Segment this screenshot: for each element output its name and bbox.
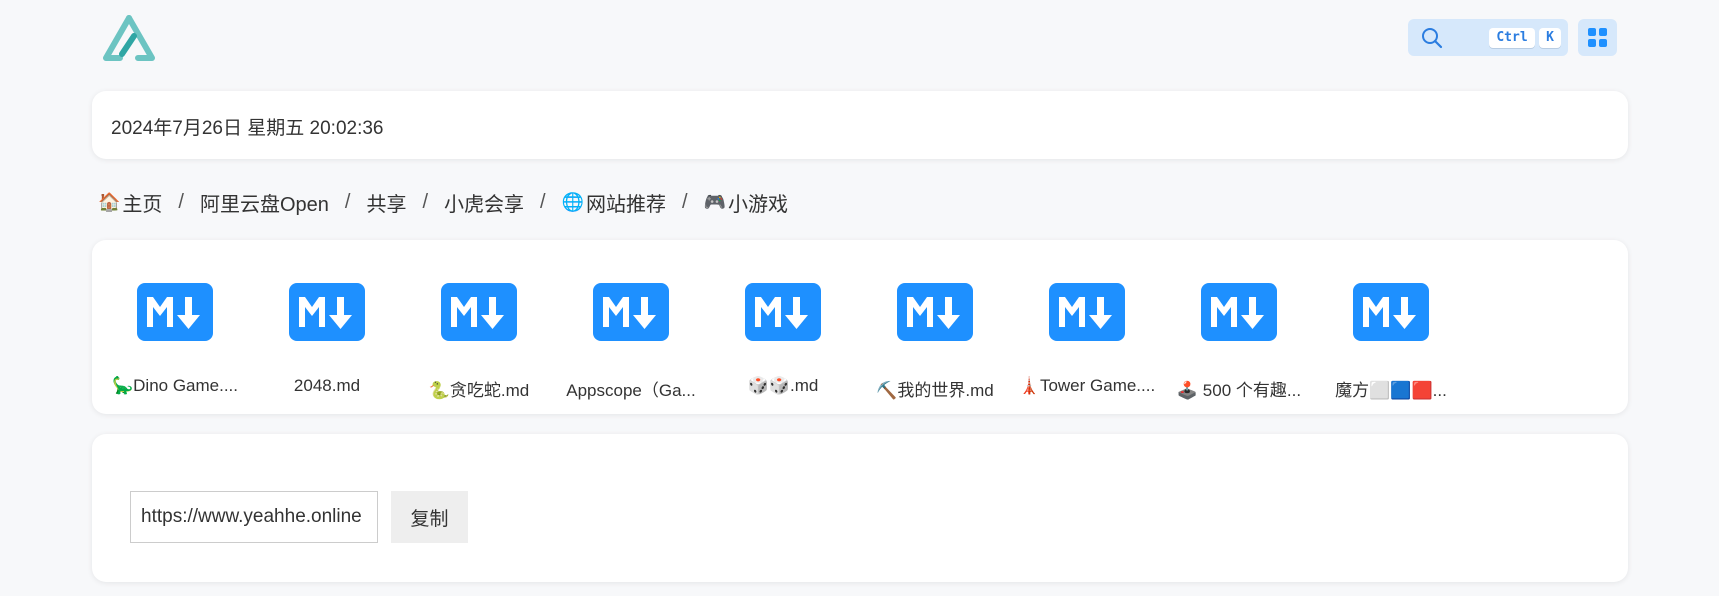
breadcrumb-aliyun-open[interactable]: 阿里云盘Open bbox=[200, 188, 329, 217]
markdown-icon bbox=[1353, 283, 1429, 341]
file-item[interactable]: 🗼Tower Game.... bbox=[1004, 240, 1156, 414]
share-url-input[interactable] bbox=[130, 491, 378, 543]
file-name: 🕹️ 500 个有趣... bbox=[1176, 381, 1302, 400]
home-icon: 🏠 bbox=[98, 191, 121, 212]
breadcrumb-home[interactable]: 🏠 主页 bbox=[98, 188, 162, 217]
breadcrumb-separator: / bbox=[178, 190, 184, 213]
k-key-hint: K bbox=[1539, 28, 1561, 48]
file-name: 🦕Dino Game.... bbox=[111, 376, 239, 395]
breadcrumb-shared[interactable]: 共享 bbox=[366, 188, 406, 217]
breadcrumb-label: 阿里云盘Open bbox=[199, 193, 329, 216]
file-grid: 🦕Dino Game.... 2048.md 🐍贪吃蛇.md Appscope（Ga.… bbox=[92, 240, 1628, 414]
breadcrumb-separator: / bbox=[540, 190, 546, 213]
apps-menu-button[interactable] bbox=[1578, 19, 1617, 56]
file-item[interactable]: ⛏️我的世界.md bbox=[852, 240, 1004, 414]
file-item[interactable]: 🎲🎲.md bbox=[700, 240, 852, 414]
breadcrumb-label: 网站推荐 bbox=[586, 193, 667, 216]
file-item[interactable]: 魔方⬜🟦🟥... bbox=[1308, 240, 1460, 414]
markdown-icon bbox=[593, 283, 669, 341]
markdown-icon bbox=[289, 283, 365, 341]
breadcrumb-label: 小虎会享 bbox=[444, 193, 525, 216]
markdown-icon bbox=[1049, 283, 1125, 341]
markdown-icon bbox=[897, 283, 973, 341]
search-icon bbox=[1421, 27, 1443, 49]
markdown-icon bbox=[1201, 283, 1277, 341]
file-item[interactable]: 2048.md bbox=[244, 240, 396, 414]
globe-icon: 🌐 bbox=[561, 191, 585, 212]
file-name: ⛏️我的世界.md bbox=[876, 381, 994, 400]
header: Ctrl K bbox=[0, 0, 1719, 76]
markdown-icon bbox=[137, 283, 213, 341]
ctrl-key-hint: Ctrl bbox=[1489, 28, 1535, 48]
breadcrumb-separator: / bbox=[344, 190, 351, 213]
file-item[interactable]: 🐍贪吃蛇.md bbox=[396, 240, 548, 414]
breadcrumb-label: 主页 bbox=[122, 193, 163, 216]
file-name: 2048.md bbox=[293, 376, 361, 395]
breadcrumb-mini-games[interactable]: 🎮 小游戏 bbox=[704, 188, 788, 217]
share-link-card: 复制 bbox=[92, 434, 1628, 582]
datetime-card: 2024年7月26日 星期五 20:02:36 bbox=[92, 91, 1628, 159]
file-item[interactable]: 🕹️ 500 个有趣... bbox=[1156, 240, 1308, 414]
breadcrumb-website-recommend[interactable]: 🌐 网站推荐 bbox=[562, 188, 666, 217]
current-datetime: 2024年7月26日 星期五 20:02:36 bbox=[111, 118, 384, 139]
breadcrumb-label: 共享 bbox=[366, 193, 407, 216]
search-button[interactable]: Ctrl K bbox=[1408, 19, 1568, 56]
copy-button[interactable]: 复制 bbox=[391, 491, 468, 543]
markdown-icon bbox=[441, 283, 517, 341]
breadcrumb: 🏠 主页 / 阿里云盘Open / 共享 / 小虎会享 / 🌐 网站推荐 / 🎮… bbox=[98, 188, 788, 216]
file-name: Appscope（Ga... bbox=[566, 381, 696, 400]
grid-icon bbox=[1588, 28, 1607, 47]
breadcrumb-separator: / bbox=[682, 190, 688, 213]
breadcrumb-separator: / bbox=[422, 190, 429, 213]
file-name: 🗼Tower Game.... bbox=[1018, 376, 1156, 395]
logo-icon[interactable] bbox=[102, 14, 156, 62]
file-name: 🎲🎲.md bbox=[747, 376, 819, 395]
file-name: 魔方⬜🟦🟥... bbox=[1335, 381, 1447, 400]
file-item[interactable]: Appscope（Ga... bbox=[548, 240, 700, 414]
file-name: 🐍贪吃蛇.md bbox=[428, 381, 530, 400]
markdown-icon bbox=[745, 283, 821, 341]
breadcrumb-xiaohu[interactable]: 小虎会享 bbox=[444, 188, 524, 217]
breadcrumb-label: 小游戏 bbox=[728, 193, 789, 216]
gamepad-icon: 🎮 bbox=[703, 191, 727, 212]
file-item[interactable]: 🦕Dino Game.... bbox=[92, 240, 244, 414]
